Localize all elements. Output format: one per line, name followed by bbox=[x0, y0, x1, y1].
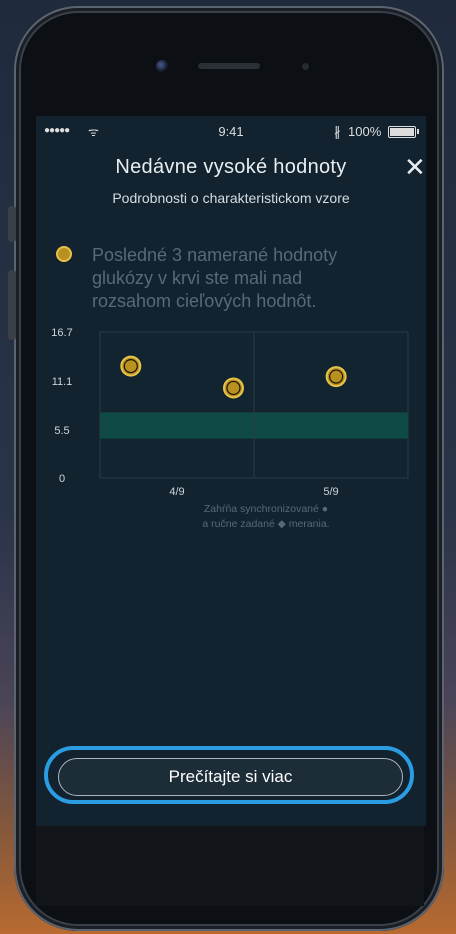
front-camera bbox=[156, 60, 168, 72]
volume-button bbox=[8, 270, 16, 340]
read-more-button[interactable]: Prečítajte si viac bbox=[58, 758, 403, 796]
close-icon[interactable]: ✕ bbox=[404, 154, 426, 180]
legend-line-2: a ručne zadané ◆ merania. bbox=[202, 518, 330, 530]
proximity-sensor bbox=[302, 63, 309, 70]
legend-line-1: Zahŕňa synchronizované ● bbox=[203, 503, 329, 515]
y-tick-label: 0 bbox=[59, 473, 65, 485]
bluetooth-icon: ∦ bbox=[334, 124, 341, 139]
pattern-description: Posledné 3 namerané hodnoty glukózy v kr… bbox=[92, 245, 338, 311]
page-subtitle: Podrobnosti o charakteristickom vzore bbox=[112, 190, 350, 206]
x-tick-label: 4/9 bbox=[169, 486, 184, 498]
app-screen: ●●●●● ᯤ 9:41 ∦ 100% Nedávne vysoké hodno… bbox=[36, 116, 426, 826]
y-tick-label: 11.1 bbox=[52, 376, 73, 388]
phone-bezel-bottom bbox=[36, 826, 424, 906]
x-tick-label: 5/9 bbox=[323, 486, 338, 498]
earpiece-speaker bbox=[198, 63, 260, 69]
page-title: Nedávne vysoké hodnoty bbox=[115, 156, 347, 178]
mute-switch bbox=[8, 206, 16, 242]
battery-percent: 100% bbox=[348, 124, 382, 139]
battery-tip bbox=[417, 129, 419, 134]
battery-icon bbox=[388, 126, 416, 138]
chart-legend: Zahŕňa synchronizované ● a ručne zadané … bbox=[136, 502, 396, 532]
glucose-chart: 16.7 11.1 5.5 0 4/9 5/9 bbox=[51, 327, 409, 498]
high-value-marker-icon bbox=[56, 246, 72, 262]
y-tick-label: 5.5 bbox=[54, 425, 69, 437]
y-tick-label: 16.7 bbox=[51, 327, 72, 339]
status-bar: ●●●●● ᯤ 9:41 ∦ 100% bbox=[36, 116, 426, 146]
